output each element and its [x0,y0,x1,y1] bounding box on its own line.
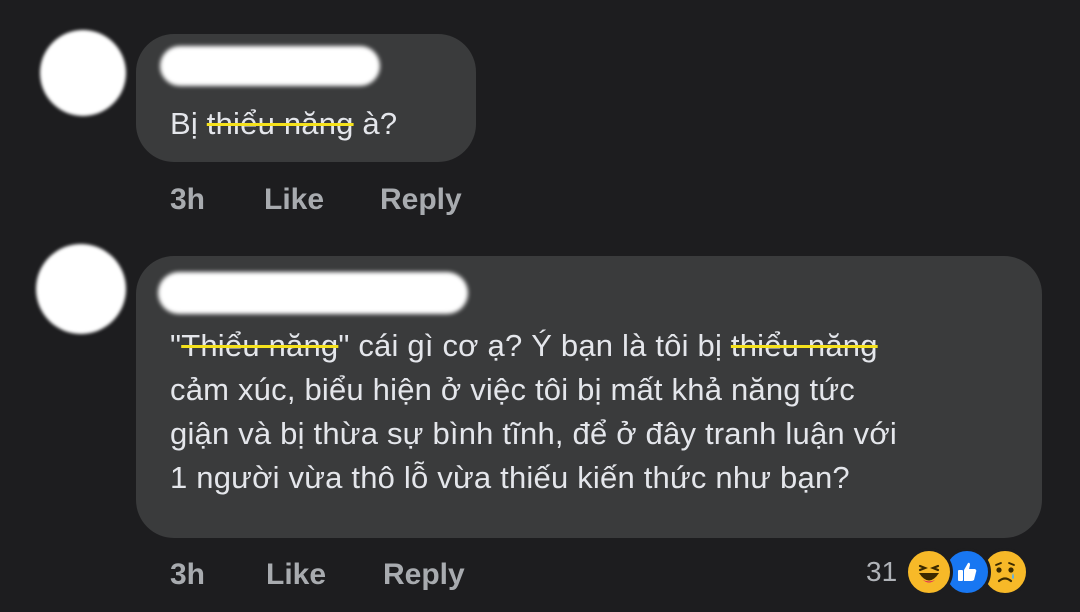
struck-text: Thiểu năng [181,328,339,363]
haha-icon [905,548,954,596]
reaction-summary[interactable]: 31 [866,548,1030,596]
comment-text: Bị thiểu năng à? [170,102,397,146]
comment-timestamp[interactable]: 3h [170,558,205,592]
struck-text: thiểu năng [206,106,354,141]
text-segment: giận và bị thừa sự bình tĩnh, để ở đây t… [170,416,897,451]
comment-line: 1 người vừa thô lỗ vừa thiếu kiến thức n… [170,456,1030,500]
text-segment: cảm xúc, biểu hiện ở việc tôi bị mất khả… [170,372,855,407]
commenter-avatar[interactable] [36,244,126,334]
comment-line: cảm xúc, biểu hiện ở việc tôi bị mất khả… [170,368,1030,412]
comment-line: giận và bị thừa sự bình tĩnh, để ở đây t… [170,412,1030,456]
text-segment: à? [353,106,398,141]
commenter-name-redacted [158,272,468,314]
like-button[interactable]: Like [266,558,326,592]
comment-line: "Thiểu năng" cái gì cơ ạ? Ý bạn là tôi b… [170,324,1030,368]
text-segment: 1 người vừa thô lỗ vừa thiếu kiến thức n… [170,460,850,495]
commenter-name-redacted [160,46,380,86]
like-button[interactable]: Like [264,183,324,217]
struck-text: thiểu năng [730,328,878,363]
reply-button[interactable]: Reply [383,558,465,592]
reaction-count: 31 [866,556,898,587]
comment-text: "Thiểu năng" cái gì cơ ạ? Ý bạn là tôi b… [170,324,1030,500]
text-segment: " cái gì cơ ạ? Ý bạn là tôi bị [338,328,731,363]
reply-button[interactable]: Reply [380,183,462,217]
comment-timestamp[interactable]: 3h [170,183,205,217]
commenter-avatar[interactable] [40,30,126,116]
text-segment: Bị [170,106,207,141]
text-segment: " [170,328,182,363]
